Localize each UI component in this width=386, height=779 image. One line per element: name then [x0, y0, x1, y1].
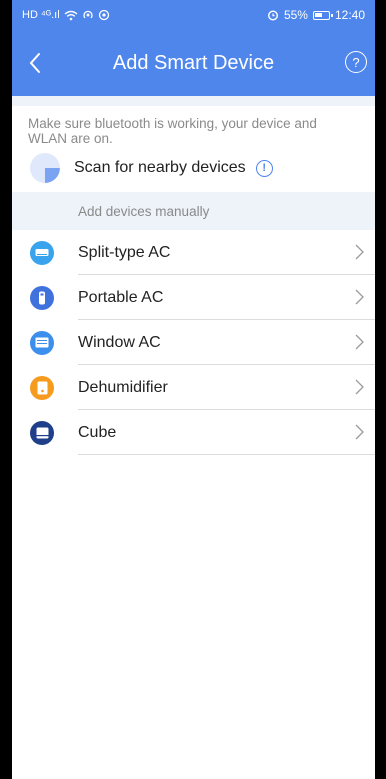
chevron-right-icon [355, 334, 364, 350]
device-item-split-type-ac[interactable]: Split-type AC [12, 230, 375, 275]
chevron-left-icon [29, 53, 40, 73]
device-item-cube[interactable]: Cube [12, 410, 375, 455]
split-ac-icon [30, 240, 54, 265]
device-label: Dehumidifier [78, 378, 168, 396]
device-item-portable-ac[interactable]: Portable AC [12, 275, 375, 320]
device-label: Cube [78, 423, 117, 441]
chevron-right-icon [355, 244, 364, 260]
top-spacer [12, 96, 375, 106]
device-label: Portable AC [78, 288, 164, 306]
back-button[interactable] [20, 48, 50, 78]
chevron-right-icon [355, 424, 364, 440]
info-icon[interactable]: ! [255, 159, 273, 177]
scan-label: Scan for nearby devices [74, 159, 246, 176]
app-bar: Add Smart Device ? [12, 30, 375, 96]
device-list: Split-type AC Portable AC Window AC Dehu… [12, 230, 375, 455]
manual-section-header: Add devices manually [12, 192, 375, 230]
alarm-icon [267, 10, 278, 21]
question-icon: ? [352, 54, 360, 70]
page-title: Add Smart Device [112, 51, 275, 74]
battery-percent: 55% [283, 8, 308, 22]
network-icon: HD ⁴ᴳ.ıl [22, 8, 60, 21]
hotspot-icon [83, 10, 93, 19]
device-label: Window AC [78, 333, 161, 351]
portable-ac-icon [30, 285, 54, 310]
cube-icon [30, 420, 54, 445]
screen: HD ⁴ᴳ.ıl 55% 12:40 Add Smart Device ? Ma… [12, 0, 375, 779]
help-button[interactable]: ? [345, 51, 367, 73]
chevron-right-icon [355, 379, 364, 395]
battery-icon [312, 10, 333, 20]
scan-nearby-button[interactable]: Scan for nearby devices ! [12, 146, 375, 188]
device-item-dehumidifier[interactable]: Dehumidifier [12, 365, 375, 410]
device-item-window-ac[interactable]: Window AC [12, 320, 375, 365]
status-right: 55% 12:40 [267, 8, 365, 22]
chevron-right-icon [355, 289, 364, 305]
window-ac-icon [30, 330, 54, 355]
dehumidifier-icon [30, 375, 54, 400]
device-label: Split-type AC [78, 243, 171, 261]
radar-scan-icon [30, 153, 60, 183]
status-left: HD ⁴ᴳ.ıl [22, 9, 110, 21]
clock: 12:40 [334, 8, 365, 22]
divider [78, 454, 375, 455]
info-message: Make sure bluetooth is working, your dev… [28, 116, 317, 146]
wifi-icon [64, 10, 78, 20]
status-bar: HD ⁴ᴳ.ıl 55% 12:40 [12, 0, 375, 30]
location-icon [98, 9, 109, 21]
